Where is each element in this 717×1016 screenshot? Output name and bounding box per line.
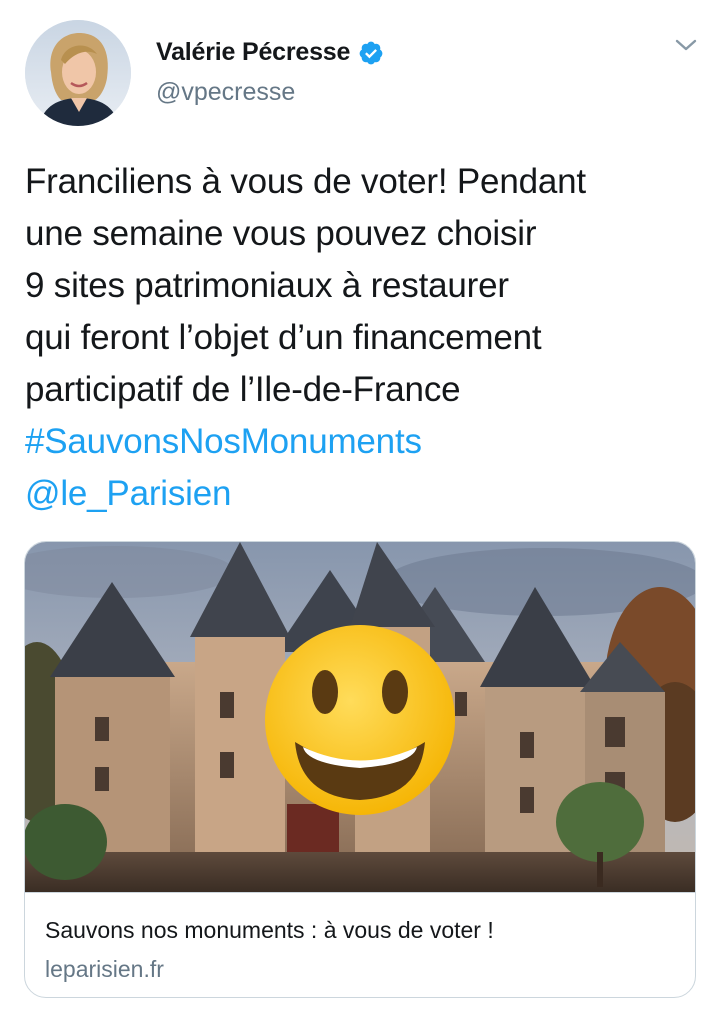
verified-badge-icon	[359, 41, 383, 64]
avatar[interactable]	[25, 20, 131, 126]
handle[interactable]: @vpecresse	[156, 78, 295, 107]
hashtag-link[interactable]: #SauvonsNosMonuments	[25, 416, 695, 468]
chevron-down-icon[interactable]	[674, 36, 698, 54]
profile-photo-icon	[25, 20, 131, 126]
card-domain: leparisien.fr	[45, 956, 164, 982]
tweet-text-line: 9 sites patrimoniaux à restaurer	[25, 266, 509, 305]
name-row: Valérie Pécresse	[156, 38, 384, 67]
display-name[interactable]: Valérie Pécresse	[156, 38, 350, 67]
link-card[interactable]: Sauvons nos monuments : à vous de voter …	[24, 541, 696, 998]
mention-link[interactable]: @le_Parisien	[25, 468, 695, 520]
tweet-text-line: qui feront l’objet d’un financement	[25, 318, 542, 357]
smiley-emoji-icon	[265, 625, 455, 815]
tweet-text-line: une semaine vous pouvez choisir	[25, 214, 537, 253]
tweet-text-line: Franciliens à vous de voter! Pendant	[25, 162, 586, 201]
tweet-text: Franciliens à vous de voter! Pendant une…	[25, 156, 695, 520]
tweet-text-line: participatif de l’Ile-de-France	[25, 370, 461, 409]
card-title[interactable]: Sauvons nos monuments : à vous de voter …	[45, 917, 494, 944]
card-meta[interactable]: Sauvons nos monuments : à vous de voter …	[25, 892, 695, 997]
castle-photo-icon	[25, 542, 695, 892]
card-image[interactable]	[25, 542, 695, 892]
tweet: Valérie Pécresse @vpecresse Franciliens …	[0, 0, 717, 1016]
